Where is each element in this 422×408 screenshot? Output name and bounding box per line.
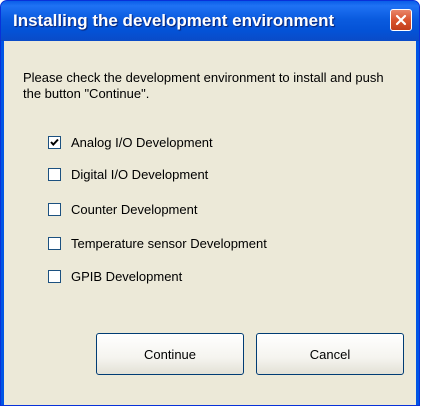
counter-checkbox[interactable]: [48, 203, 61, 216]
continue-button[interactable]: Continue: [96, 333, 244, 375]
analog-io-checkbox[interactable]: [48, 136, 61, 149]
option-gpib[interactable]: GPIB Development: [48, 269, 182, 284]
gpib-checkbox[interactable]: [48, 270, 61, 283]
dialog-body: Please check the development environment…: [4, 41, 416, 405]
close-button[interactable]: [390, 9, 412, 31]
gpib-label: GPIB Development: [71, 269, 183, 284]
digital-io-checkbox[interactable]: [48, 168, 61, 181]
option-temperature-sensor[interactable]: Temperature sensor Development: [48, 236, 267, 251]
window-title: Installing the development environment: [13, 11, 335, 30]
close-icon: [395, 14, 407, 26]
temperature-sensor-label: Temperature sensor Development: [71, 236, 267, 251]
instructions-text: Please check the development environment…: [23, 70, 384, 101]
option-digital-io[interactable]: Digital I/O Development: [48, 167, 208, 182]
checkmark-icon: [50, 138, 59, 146]
title-bar[interactable]: Installing the development environment: [1, 1, 419, 41]
temperature-sensor-checkbox[interactable]: [48, 237, 61, 250]
analog-io-label: Analog I/O Development: [71, 135, 213, 150]
digital-io-label: Digital I/O Development: [71, 167, 209, 182]
counter-label: Counter Development: [71, 202, 198, 217]
option-analog-io[interactable]: Analog I/O Development: [48, 135, 213, 150]
cancel-button[interactable]: Cancel: [256, 333, 404, 375]
dialog-window: Installing the development environment P…: [0, 0, 420, 406]
option-counter[interactable]: Counter Development: [48, 202, 197, 217]
